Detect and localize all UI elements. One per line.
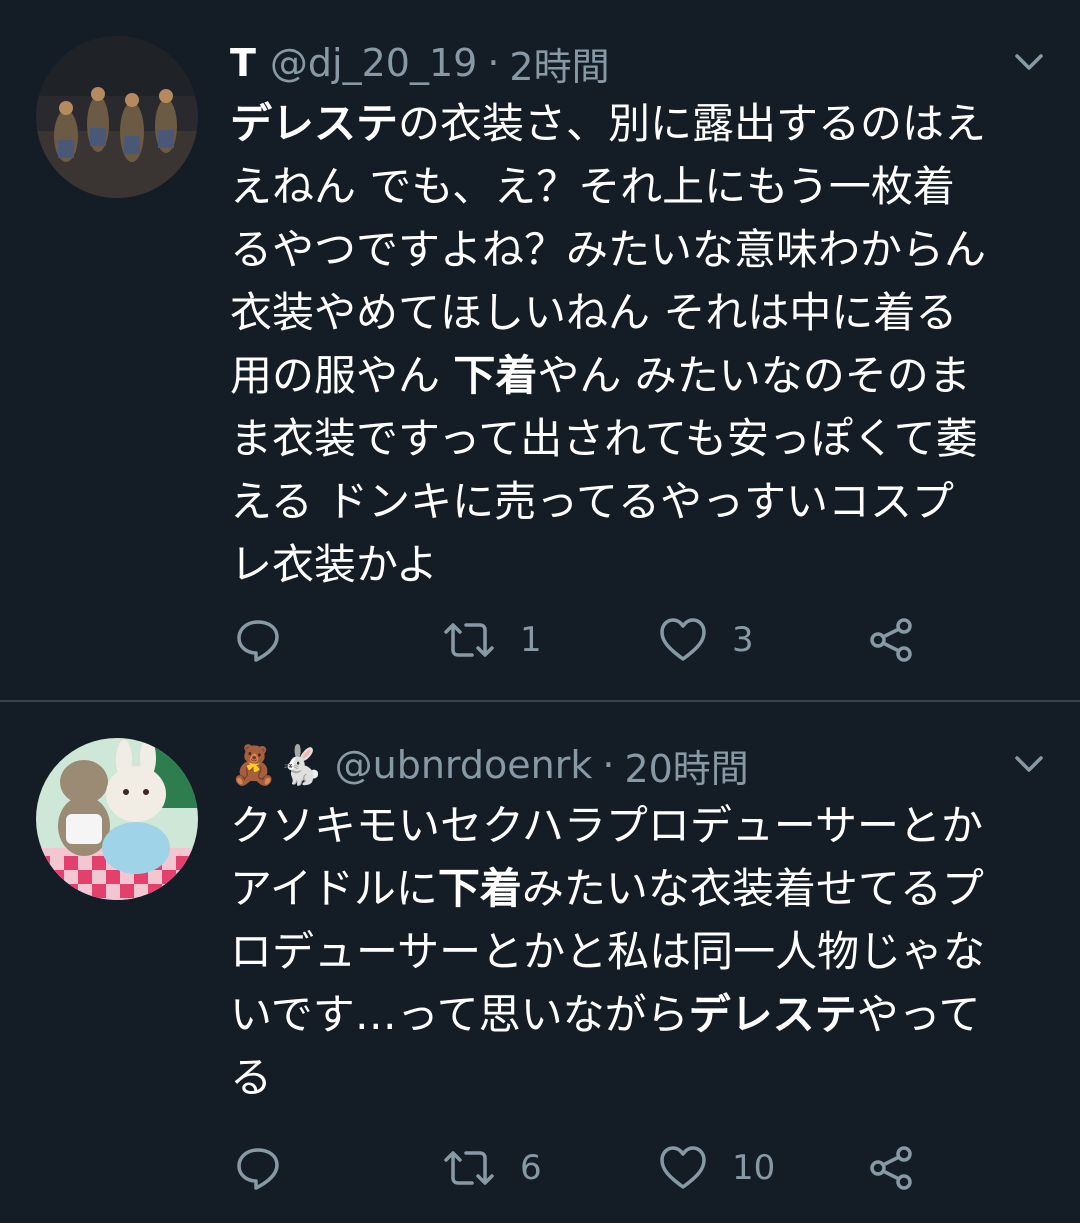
reply-icon [237, 620, 279, 662]
tweet-text-segment: の衣装さ、別に露出するのはえ [398, 99, 987, 148]
tweet[interactable]: 🧸🐇 @ubnrdoenrk · 20時間 クソキモいセクハラプロデューサーとか… [0, 702, 1080, 1223]
action-bar: 1 3 [230, 610, 1050, 670]
heart-icon [660, 1146, 706, 1189]
tweet-text-line: える ドンキに売ってるやっすいコスプ [230, 470, 1050, 533]
tweet-text-line: 用の服やん 下着やん みたいなのそのま [230, 344, 1050, 407]
retweet-button[interactable]: 1 [442, 610, 542, 670]
tweet-text-segment: クソキモいセクハラプロデューサーとか [230, 801, 984, 850]
separator-dot: · [602, 743, 615, 787]
display-name[interactable]: T [230, 41, 256, 85]
tweet-text-segment: るやつですよね？みたいな意味わからん [230, 225, 987, 274]
share-button[interactable] [868, 1138, 916, 1198]
retweet-icon [444, 623, 494, 657]
retweet-count: 1 [520, 620, 542, 660]
action-bar: 6 10 [230, 1138, 1050, 1198]
share-icon [870, 1146, 912, 1190]
user-handle[interactable]: @dj_20_19 [270, 41, 477, 85]
tweet-text-segment: やって [856, 990, 981, 1039]
reply-icon [237, 1148, 279, 1190]
tweet-text: デレステの衣装さ、別に露出するのはええねん でも、え？それ上にもう一枚着 るやつで… [230, 92, 1050, 596]
share-icon [870, 618, 912, 662]
chevron-down-icon[interactable] [1014, 52, 1044, 72]
highlighted-keyword: デレステ [688, 990, 857, 1039]
tweet-header: T @dj_20_19 · 2時間 [230, 36, 610, 91]
tweet-text-segment: えねん でも、え？それ上にもう一枚着 [230, 162, 955, 211]
avatar[interactable] [36, 36, 198, 198]
tweet-text-segment: みたいな衣装着せてるプ [521, 864, 984, 913]
like-button[interactable]: 3 [658, 610, 754, 670]
tweet-text-segment: ま衣装ですって出されても安っぽくて萎 [230, 414, 978, 463]
tweet-header: 🧸🐇 @ubnrdoenrk · 20時間 [230, 738, 749, 793]
tweet-text-segment: いです…って思いながら [230, 990, 689, 1039]
tweet-text-segment: える ドンキに売ってるやっすいコスプ [230, 477, 954, 526]
tweet-text-line: アイドルに下着みたいな衣装着せてるプ [230, 857, 1050, 920]
share-button[interactable] [868, 610, 916, 670]
heart-icon [660, 618, 706, 661]
tweet-text-segment: 用の服やん [230, 351, 454, 400]
tweet-text-segment: アイドルに [230, 864, 438, 913]
tweet-text-line: るやつですよね？みたいな意味わからん [230, 218, 1050, 281]
timestamp[interactable]: 2時間 [509, 36, 609, 91]
like-count: 3 [732, 620, 754, 660]
retweet-button[interactable]: 6 [442, 1138, 542, 1198]
highlighted-keyword: 下着 [437, 864, 522, 913]
avatar[interactable] [36, 738, 198, 900]
tweet-text-segment: やん みたいなのそのま [537, 351, 971, 400]
tweet-text-segment: 衣装やめてほしいねん それは中に着る [230, 288, 958, 337]
tweet-text-line: クソキモいセクハラプロデューサーとか [230, 794, 1050, 857]
tweet-text-line: レ衣装かよ [230, 533, 1050, 596]
tweet-text-line: デレステの衣装さ、別に露出するのはえ [230, 92, 1050, 155]
separator-dot: · [487, 41, 500, 85]
tweet-text-line: ま衣装ですって出されても安っぽくて萎 [230, 407, 1050, 470]
tweet-text-line: えねん でも、え？それ上にもう一枚着 [230, 155, 1050, 218]
timestamp[interactable]: 20時間 [624, 738, 748, 793]
tweet-text-line: いです…って思いながらデレステやって [230, 983, 1050, 1046]
retweet-icon [444, 1151, 494, 1185]
tweet-text-segment: る [230, 1053, 273, 1102]
tweet-text-segment: ロデューサーとかと私は同一人物じゃな [230, 927, 986, 976]
tweet[interactable]: T @dj_20_19 · 2時間 デレステの衣装さ、別に露出するのはええねん … [0, 0, 1080, 700]
tweet-text-line: る [230, 1046, 1050, 1109]
highlighted-keyword: 下着 [453, 351, 538, 400]
tweet-text-line: 衣装やめてほしいねん それは中に着る [230, 281, 1050, 344]
like-button[interactable]: 10 [658, 1138, 775, 1198]
tweet-text: クソキモいセクハラプロデューサーとか アイドルに下着みたいな衣装着せてるプ ロデュー… [230, 794, 1050, 1109]
retweet-count: 6 [520, 1148, 542, 1188]
like-count: 10 [732, 1148, 776, 1188]
reply-button[interactable] [234, 1138, 282, 1198]
highlighted-keyword: デレステ [230, 99, 399, 148]
user-handle[interactable]: @ubnrdoenrk [335, 743, 593, 787]
reply-button[interactable] [234, 610, 282, 670]
tweet-text-line: ロデューサーとかと私は同一人物じゃな [230, 920, 1050, 983]
chevron-down-icon[interactable] [1014, 754, 1044, 774]
display-name[interactable]: 🧸🐇 [230, 743, 325, 788]
tweet-text-segment: レ衣装かよ [230, 540, 438, 589]
